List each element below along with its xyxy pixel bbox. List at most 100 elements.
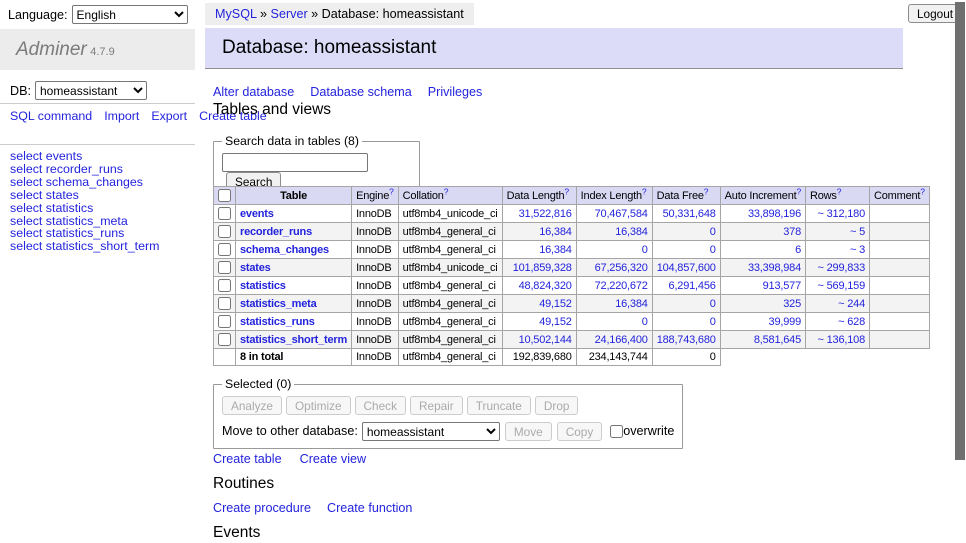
data-free-link[interactable]: 104,857,600	[657, 262, 716, 274]
table-link[interactable]: schema_changes	[240, 244, 329, 256]
rows-link[interactable]: ~ 3	[850, 244, 865, 256]
data-free-link[interactable]: 0	[710, 298, 716, 310]
copy-button[interactable]: Copy	[557, 422, 603, 441]
sidebar-table-link[interactable]: select schema_changes	[10, 176, 159, 189]
row-checkbox[interactable]	[218, 279, 231, 292]
row-checkbox[interactable]	[218, 207, 231, 220]
auto-increment-link[interactable]: 6	[795, 244, 801, 256]
column-help-link[interactable]: ?	[564, 187, 569, 196]
table-link[interactable]: statistics_short_term	[240, 334, 347, 346]
database-nav-link[interactable]: Database schema	[310, 85, 412, 99]
row-checkbox[interactable]	[218, 261, 231, 274]
auto-increment-link[interactable]: 33,898,196	[748, 208, 801, 220]
rows-link[interactable]: ~ 244	[838, 298, 865, 310]
column-help-link[interactable]: ?	[444, 187, 449, 196]
db-select[interactable]: homeassistant	[35, 81, 147, 100]
language-select[interactable]: English	[72, 5, 188, 24]
auto-increment-link[interactable]: 378	[783, 226, 801, 238]
data-free-link[interactable]: 188,743,680	[657, 334, 716, 346]
data-free-link[interactable]: 0	[710, 316, 716, 328]
auto-increment-link[interactable]: 39,999	[769, 316, 801, 328]
row-checkbox[interactable]	[218, 225, 231, 238]
row-checkbox[interactable]	[218, 243, 231, 256]
table-link[interactable]: recorder_runs	[240, 226, 312, 238]
data-length-link[interactable]: 49,152	[539, 316, 571, 328]
row-checkbox[interactable]	[218, 333, 231, 346]
auto-increment-link[interactable]: 325	[783, 298, 801, 310]
column-help-link[interactable]: ?	[642, 187, 647, 196]
drop-button[interactable]: Drop	[535, 396, 579, 415]
index-length-link[interactable]: 0	[642, 244, 648, 256]
auto-increment-link[interactable]: 913,577	[763, 280, 801, 292]
row-checkbox[interactable]	[218, 297, 231, 310]
check-button[interactable]: Check	[355, 396, 406, 415]
rows-link[interactable]: ~ 5	[850, 226, 865, 238]
database-nav-link[interactable]: Privileges	[428, 85, 483, 99]
table-link[interactable]: statistics	[240, 280, 286, 292]
move-button[interactable]: Move	[505, 422, 552, 441]
optimize-button[interactable]: Optimize	[286, 396, 351, 415]
table-link[interactable]: events	[240, 208, 274, 220]
data-length-link[interactable]: 101,859,328	[513, 262, 572, 274]
data-length-link[interactable]: 16,384	[539, 226, 571, 238]
row-checkbox[interactable]	[218, 315, 231, 328]
rows-link[interactable]: ~ 569,159	[818, 280, 865, 292]
select-all-checkbox[interactable]	[218, 189, 231, 202]
column-help-link[interactable]: ?	[837, 187, 842, 196]
database-nav-link[interactable]: Alter database	[213, 85, 294, 99]
auto-increment-link[interactable]: 33,398,984	[748, 262, 801, 274]
truncate-button[interactable]: Truncate	[467, 396, 531, 415]
index-length-link[interactable]: 67,256,320	[595, 262, 648, 274]
rows-link[interactable]: ~ 299,833	[818, 262, 865, 274]
index-length-link[interactable]: 70,467,584	[595, 208, 648, 220]
routine-link[interactable]: Create procedure	[213, 501, 311, 515]
table-link[interactable]: states	[240, 262, 271, 274]
index-length-link[interactable]: 16,384	[615, 298, 647, 310]
rows-link[interactable]: ~ 628	[838, 316, 865, 328]
breadcrumb-link[interactable]: MySQL	[215, 7, 257, 21]
auto-increment-link[interactable]: 8,581,645	[754, 334, 801, 346]
data-length-link[interactable]: 10,502,144	[519, 334, 572, 346]
search-input[interactable]	[222, 153, 368, 172]
sidebar-table-link[interactable]: select recorder_runs	[10, 163, 159, 176]
column-help-link[interactable]: ?	[389, 187, 394, 196]
data-length-link[interactable]: 49,152	[539, 298, 571, 310]
data-free-link[interactable]: 0	[710, 244, 716, 256]
column-help-link[interactable]: ?	[704, 187, 709, 196]
sidebar-table-link[interactable]: select events	[10, 150, 159, 163]
create-link[interactable]: Create table	[213, 452, 282, 466]
breadcrumb-link[interactable]: Server	[271, 7, 308, 21]
data-length-link[interactable]: 16,384	[539, 244, 571, 256]
column-help-link[interactable]: ?	[796, 187, 801, 196]
sidebar-action-link[interactable]: SQL command	[10, 109, 92, 123]
vertical-scrollbar[interactable]	[955, 2, 965, 460]
column-help-link[interactable]: ?	[920, 187, 925, 196]
move-db-select[interactable]: homeassistant	[362, 422, 500, 441]
sidebar-table-link[interactable]: select statistics	[10, 202, 159, 215]
logout-button[interactable]: Logout	[908, 4, 962, 23]
create-link[interactable]: Create view	[300, 452, 367, 466]
index-length-link[interactable]: 0	[642, 316, 648, 328]
analyze-button[interactable]: Analyze	[222, 396, 282, 415]
sidebar-action-link[interactable]: Export	[151, 109, 187, 123]
data-free-link[interactable]: 0	[710, 226, 716, 238]
data-length-link[interactable]: 31,522,816	[519, 208, 572, 220]
repair-button[interactable]: Repair	[410, 396, 463, 415]
index-length-link[interactable]: 72,220,672	[595, 280, 648, 292]
rows-link[interactable]: ~ 136,108	[818, 334, 865, 346]
data-length-link[interactable]: 48,824,320	[519, 280, 572, 292]
data-free-link[interactable]: 6,291,456	[669, 280, 716, 292]
rows-link[interactable]: ~ 312,180	[818, 208, 865, 220]
column-header-data-free: Data Free?	[652, 187, 720, 205]
sidebar-table-link[interactable]: select statistics_short_term	[10, 240, 159, 253]
sidebar-table-link[interactable]: select states	[10, 189, 159, 202]
routine-link[interactable]: Create function	[327, 501, 412, 515]
overwrite-checkbox[interactable]	[610, 425, 623, 438]
table-link[interactable]: statistics_runs	[240, 316, 315, 328]
data-free-link[interactable]: 50,331,648	[663, 208, 716, 220]
index-length-link[interactable]: 24,166,400	[595, 334, 648, 346]
table-link[interactable]: statistics_meta	[240, 298, 317, 310]
sidebar-action-link[interactable]: Import	[104, 109, 139, 123]
index-length-link[interactable]: 16,384	[615, 226, 647, 238]
rows-cell: ~ 569,159	[806, 277, 870, 295]
